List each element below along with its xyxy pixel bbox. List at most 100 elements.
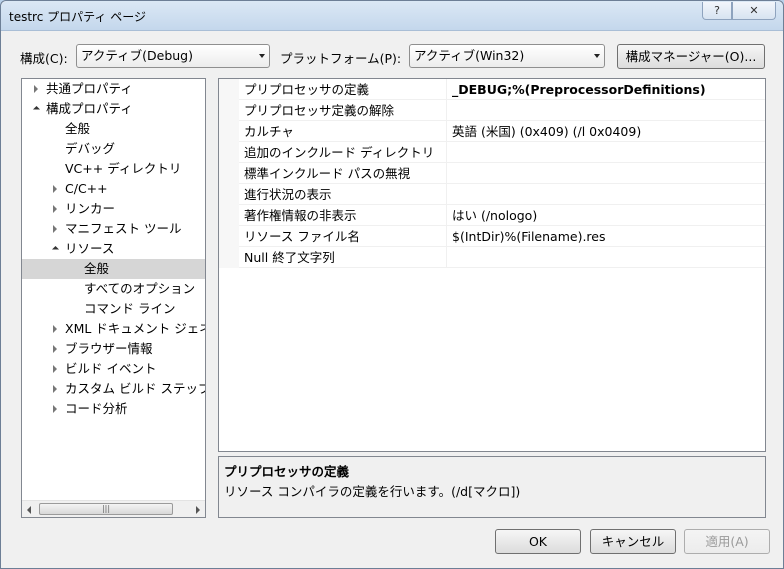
property-grid[interactable]: プリプロセッサの定義 _DEBUG;%(PreprocessorDefinitio…: [218, 78, 766, 452]
property-row[interactable]: リソース ファイル名 $(IntDir)%(Filename).res: [219, 226, 765, 247]
tree-item[interactable]: ビルド イベント: [22, 359, 205, 379]
row-gutter: [219, 184, 239, 205]
tree-item[interactable]: コマンド ライン: [22, 299, 205, 319]
tree-item-label: ビルド イベント: [65, 361, 157, 376]
configuration-value: アクティブ(Debug): [81, 48, 193, 63]
configuration-manager-button[interactable]: 構成マネージャー(O)...: [617, 44, 765, 69]
tree-item-label: デバッグ: [65, 141, 116, 156]
tree-item[interactable]: カスタム ビルド ステップ: [22, 379, 205, 399]
expanded-arrow-icon[interactable]: [51, 245, 60, 254]
scroll-left-icon[interactable]: [27, 506, 31, 514]
tree-item-label: カスタム ビルド ステップ: [65, 381, 205, 396]
property-value[interactable]: [448, 247, 765, 268]
tree-item-label: リンカー: [65, 201, 116, 216]
configuration-dropdown[interactable]: アクティブ(Debug): [76, 44, 270, 68]
row-gutter: [219, 142, 239, 163]
tree-item[interactable]: 構成プロパティ: [22, 99, 205, 119]
property-name: リソース ファイル名: [239, 226, 447, 247]
tree-item-label: 共通プロパティ: [46, 81, 133, 96]
platform-dropdown[interactable]: アクティブ(Win32): [409, 44, 605, 68]
tree-item-label: 全般: [84, 261, 110, 276]
tree-item-label: コマンド ライン: [84, 301, 176, 316]
property-row[interactable]: 標準インクルード パスの無視: [219, 163, 765, 184]
collapsed-arrow-icon[interactable]: [53, 405, 57, 413]
collapsed-arrow-icon[interactable]: [53, 185, 57, 193]
property-name: 進行状況の表示: [239, 184, 447, 205]
tree-item-label: コード分析: [65, 401, 128, 416]
collapsed-arrow-icon[interactable]: [53, 365, 57, 373]
property-value[interactable]: はい (/nologo): [448, 205, 765, 226]
scroll-thumb[interactable]: |||: [39, 503, 173, 515]
collapsed-arrow-icon[interactable]: [53, 345, 57, 353]
configuration-label: 構成(C):: [20, 51, 68, 66]
property-name: プリプロセッサ定義の解除: [239, 100, 447, 121]
row-gutter: [219, 100, 239, 121]
tree-item[interactable]: 全般: [22, 119, 205, 139]
window-title: testrc プロパティ ページ: [9, 10, 146, 24]
property-value[interactable]: $(IntDir)%(Filename).res: [448, 226, 765, 247]
tree-item[interactable]: デバッグ: [22, 139, 205, 159]
property-row[interactable]: カルチャ 英語 (米国) (0x409) (/l 0x0409): [219, 121, 765, 142]
collapsed-arrow-icon[interactable]: [53, 225, 57, 233]
collapsed-arrow-icon[interactable]: [53, 325, 57, 333]
tree-item[interactable]: XML ドキュメント ジェネ: [22, 319, 205, 339]
apply-button[interactable]: 適用(A): [684, 529, 770, 554]
category-tree[interactable]: 共通プロパティ 構成プロパティ 全般 デバッグ VC++ ディレクトリ C/C++ リンカー…: [21, 78, 206, 518]
chevron-down-icon: [594, 54, 600, 58]
property-value[interactable]: [448, 100, 765, 121]
collapsed-arrow-icon[interactable]: [34, 85, 38, 93]
tree-item[interactable]: コード分析: [22, 399, 205, 419]
property-row[interactable]: プリプロセッサの定義 _DEBUG;%(PreprocessorDefinitio…: [219, 79, 765, 100]
tree-item[interactable]: ブラウザー情報: [22, 339, 205, 359]
tree-item[interactable]: VC++ ディレクトリ: [22, 159, 205, 179]
tree-item-label: VC++ ディレクトリ: [65, 161, 182, 176]
description-title: プリプロセッサの定義: [224, 464, 350, 479]
tree-item-label: ブラウザー情報: [65, 341, 153, 356]
expanded-arrow-icon[interactable]: [32, 105, 41, 114]
tree-item[interactable]: すべてのオプション: [22, 279, 205, 299]
property-row[interactable]: Null 終了文字列: [219, 247, 765, 268]
row-gutter: [219, 226, 239, 247]
tree-item-label: C/C++: [65, 181, 108, 196]
tree-item-label: 全般: [65, 121, 91, 136]
property-name: プリプロセッサの定義: [239, 79, 447, 100]
close-button[interactable]: ✕: [732, 2, 776, 20]
chevron-down-icon: [259, 54, 265, 58]
ok-button[interactable]: OK: [495, 529, 581, 554]
property-value[interactable]: [448, 142, 765, 163]
row-gutter: [219, 163, 239, 184]
help-button[interactable]: ?: [702, 2, 732, 20]
tree-item-label: 構成プロパティ: [46, 101, 133, 116]
property-name: 標準インクルード パスの無視: [239, 163, 447, 184]
tree-item[interactable]: リンカー: [22, 199, 205, 219]
tree-item[interactable]: マニフェスト ツール: [22, 219, 205, 239]
scroll-right-icon[interactable]: [196, 506, 200, 514]
property-name: 著作権情報の非表示: [239, 205, 447, 226]
tree-item-label: すべてのオプション: [84, 281, 196, 296]
property-value[interactable]: [448, 184, 765, 205]
property-row[interactable]: 進行状況の表示: [219, 184, 765, 205]
tree-item[interactable]: 共通プロパティ: [22, 79, 205, 99]
title-bar: testrc プロパティ ページ ? ✕: [1, 1, 783, 31]
horizontal-scrollbar[interactable]: |||: [22, 500, 205, 517]
property-name: 追加のインクルード ディレクトリ: [239, 142, 447, 163]
tree-item[interactable]: リソース: [22, 239, 205, 259]
tree-item-label: リソース: [65, 241, 115, 256]
property-name: カルチャ: [239, 121, 447, 142]
cancel-button[interactable]: キャンセル: [590, 529, 676, 554]
collapsed-arrow-icon[interactable]: [53, 205, 57, 213]
property-row[interactable]: プリプロセッサ定義の解除: [219, 100, 765, 121]
property-row[interactable]: 著作権情報の非表示 はい (/nologo): [219, 205, 765, 226]
property-row[interactable]: 追加のインクルード ディレクトリ: [219, 142, 765, 163]
property-value[interactable]: [448, 163, 765, 184]
description-panel: プリプロセッサの定義 リソース コンパイラの定義を行います。(/d[マクロ]): [218, 456, 766, 518]
row-gutter: [219, 79, 239, 100]
collapsed-arrow-icon[interactable]: [53, 385, 57, 393]
tree-item-label: マニフェスト ツール: [65, 221, 182, 236]
property-value[interactable]: 英語 (米国) (0x409) (/l 0x0409): [448, 121, 765, 142]
tree-item[interactable]: C/C++: [22, 179, 205, 199]
properties-dialog: testrc プロパティ ページ ? ✕ 構成(C): アクティブ(Debug)…: [0, 0, 784, 569]
property-value[interactable]: _DEBUG;%(PreprocessorDefinitions): [448, 79, 765, 100]
property-name: Null 終了文字列: [239, 247, 447, 268]
tree-item[interactable]: 全般: [22, 259, 205, 279]
